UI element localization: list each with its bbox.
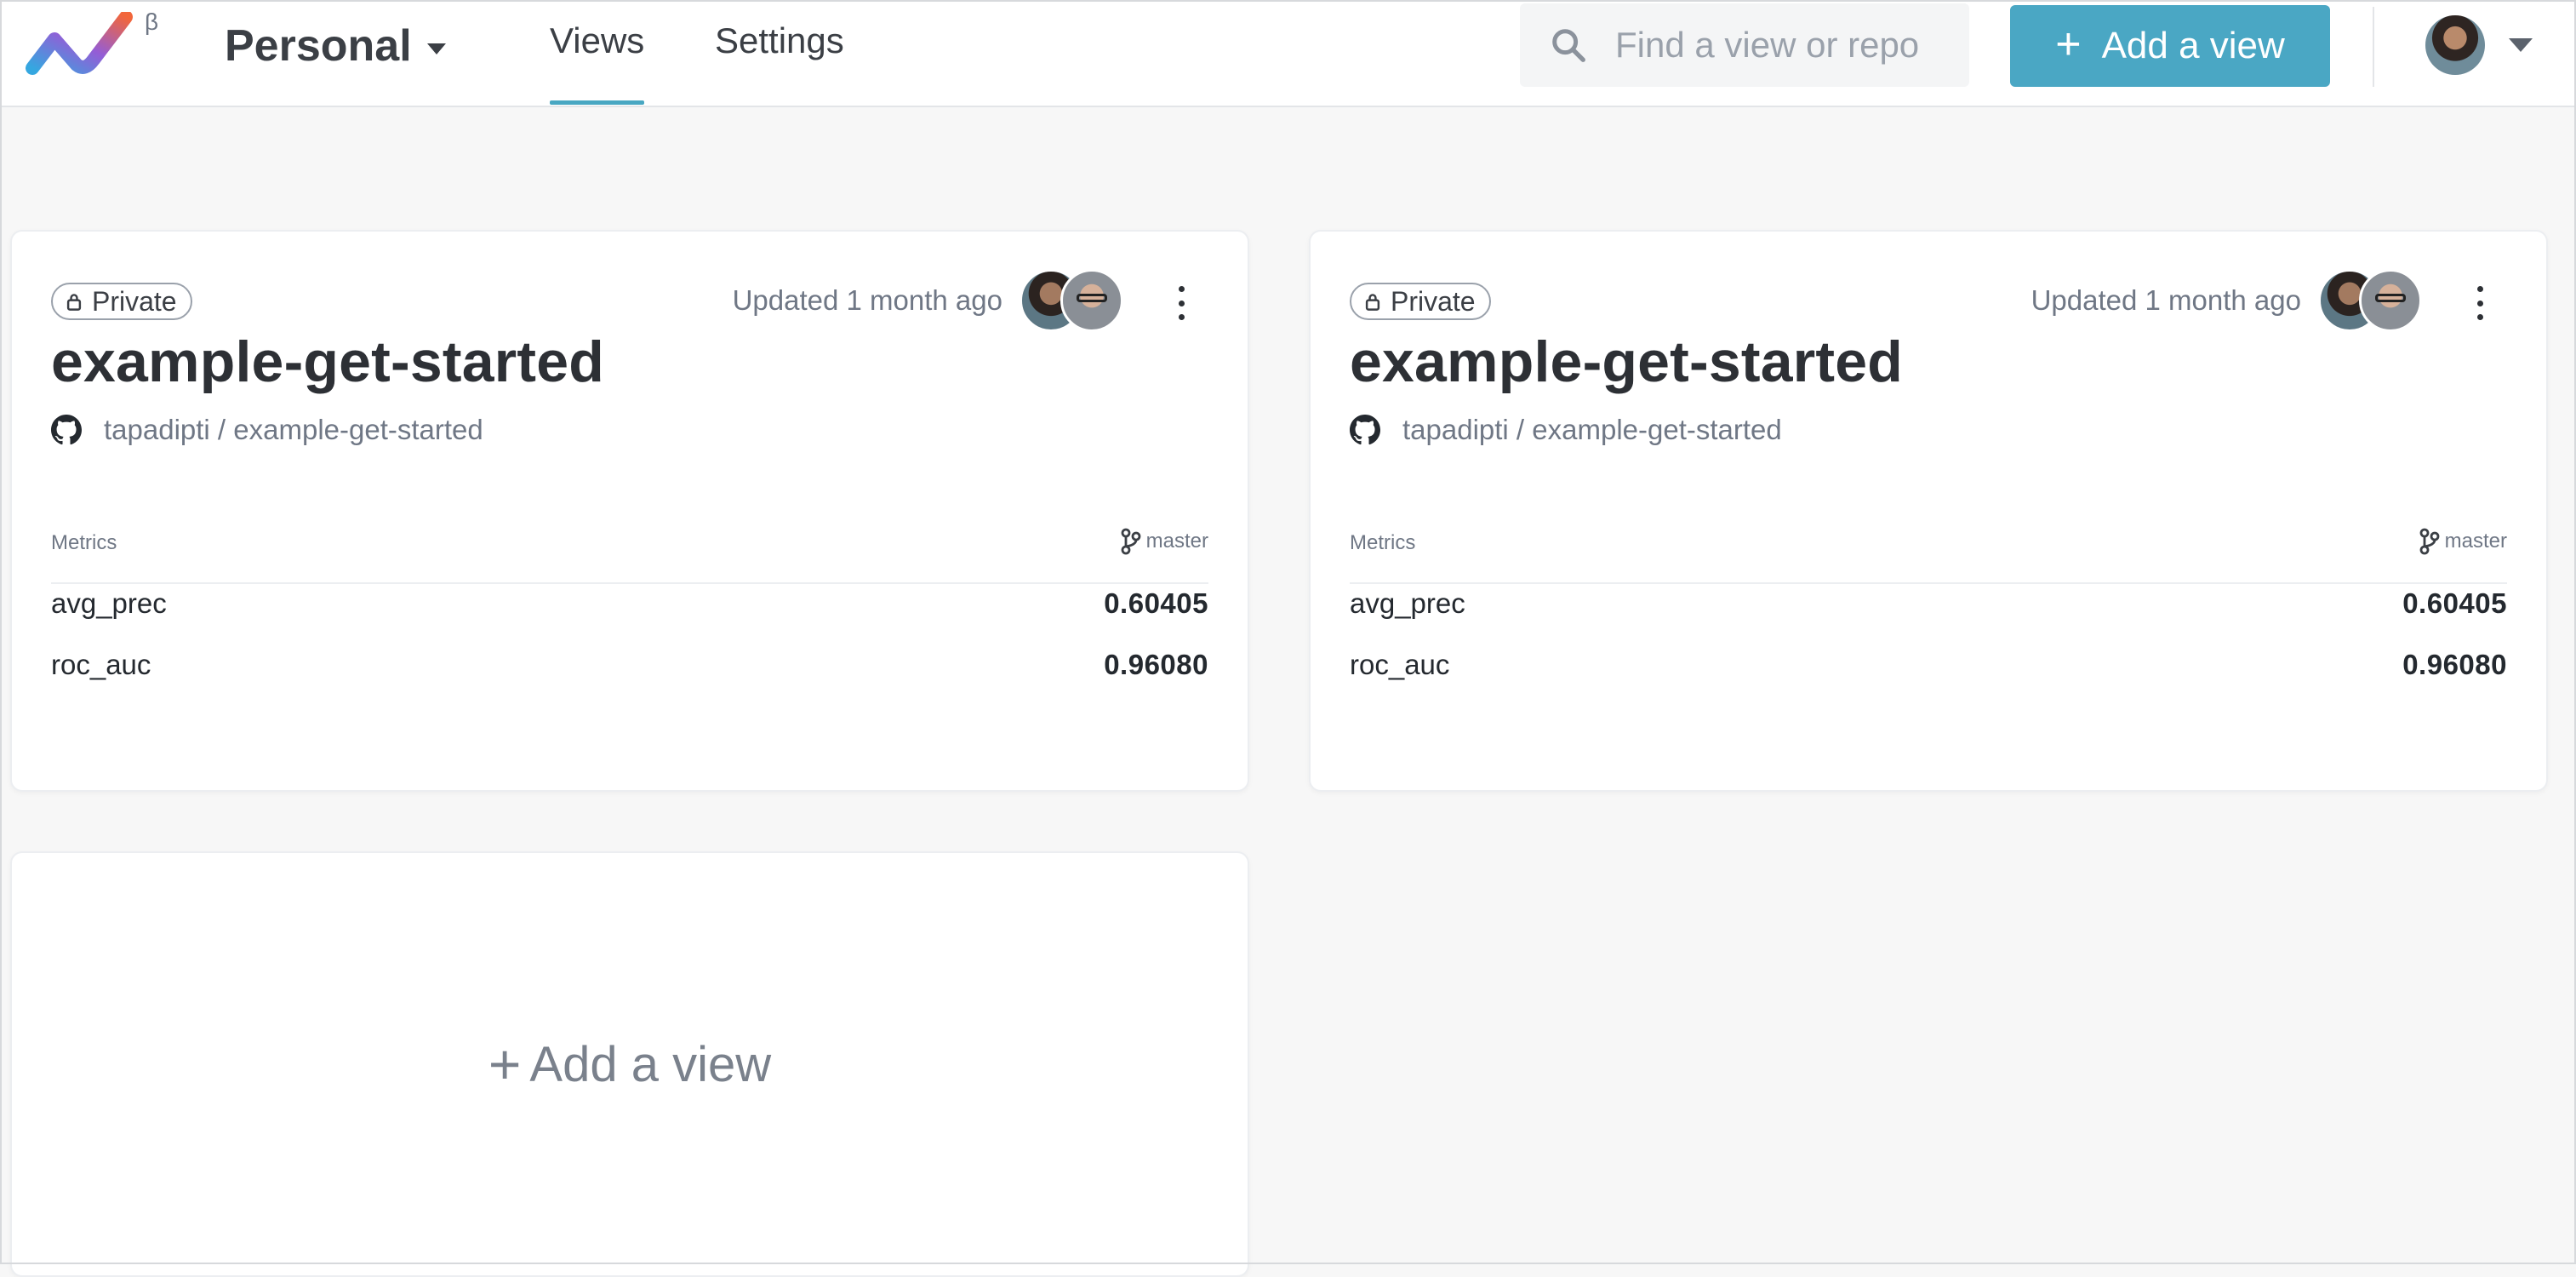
- more-options-icon[interactable]: [1176, 286, 1186, 320]
- view-title[interactable]: example-get-started: [51, 329, 604, 395]
- caret-down-icon: [426, 43, 446, 54]
- avatar: [2359, 269, 2422, 332]
- user-menu[interactable]: [2425, 15, 2533, 75]
- avatar: [1060, 269, 1123, 332]
- branch-indicator: master: [1121, 528, 1208, 555]
- header-divider: [2373, 7, 2374, 87]
- git-branch-icon: [2419, 528, 2440, 555]
- view-title[interactable]: example-get-started: [1350, 329, 1903, 395]
- view-card[interactable]: Private Updated 1 month ago example-get-…: [1309, 230, 2548, 792]
- metrics-header: Metrics master: [51, 528, 1208, 584]
- plus-icon: +: [2055, 20, 2082, 69]
- visibility-label: Private: [92, 285, 177, 317]
- metric-row: roc_auc 0.96080: [1350, 649, 2507, 691]
- collaborator-avatars: [1020, 269, 1123, 332]
- metrics-label: Metrics: [51, 531, 117, 554]
- visibility-badge: Private: [1350, 283, 1491, 320]
- search-input[interactable]: [1614, 24, 1957, 66]
- metric-name: roc_auc: [1350, 649, 1450, 680]
- add-view-card[interactable]: + Add a view: [10, 851, 1249, 1277]
- repo-name: tapadipti / example-get-started: [104, 414, 483, 445]
- tab-views[interactable]: Views: [550, 20, 645, 105]
- lock-icon: [1365, 294, 1380, 311]
- workspace-name: Personal: [225, 21, 412, 71]
- collaborator-avatars: [2318, 269, 2422, 332]
- metric-row: avg_prec 0.60405: [51, 587, 1208, 630]
- metric-name: avg_prec: [1350, 587, 1465, 619]
- metric-value: 0.60405: [2402, 587, 2507, 619]
- metric-row: avg_prec 0.60405: [1350, 587, 2507, 630]
- top-navigation-bar: β Personal Views Settings + Add a view: [0, 0, 2576, 107]
- updated-timestamp: Updated 1 month ago: [2031, 284, 2301, 316]
- add-view-prompt: + Add a view: [488, 1036, 771, 1093]
- add-view-button-label: Add a view: [2101, 25, 2285, 66]
- github-icon: [51, 415, 82, 445]
- plus-icon: +: [488, 1033, 522, 1096]
- more-options-icon[interactable]: [2475, 286, 2485, 320]
- add-view-label: Add a view: [529, 1036, 772, 1092]
- metrics-label: Metrics: [1350, 531, 1416, 554]
- view-card[interactable]: Private Updated 1 month ago example-get-…: [10, 230, 1249, 792]
- metric-value: 0.96080: [1104, 649, 1208, 680]
- tab-settings[interactable]: Settings: [715, 20, 844, 61]
- metrics-header: Metrics master: [1350, 528, 2507, 584]
- metric-name: roc_auc: [51, 649, 151, 680]
- beta-badge: β: [145, 9, 159, 35]
- visibility-label: Private: [1391, 285, 1476, 317]
- lock-icon: [66, 294, 82, 311]
- search-icon: [1552, 29, 1585, 62]
- updated-timestamp: Updated 1 month ago: [732, 284, 1002, 316]
- repo-name: tapadipti / example-get-started: [1402, 414, 1782, 445]
- repo-link[interactable]: tapadipti / example-get-started: [51, 414, 483, 446]
- repo-link[interactable]: tapadipti / example-get-started: [1350, 414, 1782, 446]
- workspace-switcher[interactable]: Personal: [225, 19, 446, 73]
- branch-name: master: [1145, 530, 1208, 553]
- metric-value: 0.60405: [1104, 587, 1208, 619]
- user-avatar: [2425, 15, 2485, 75]
- metric-value: 0.96080: [2402, 649, 2507, 680]
- github-icon: [1350, 415, 1380, 445]
- branch-name: master: [2444, 530, 2507, 553]
- add-view-button[interactable]: + Add a view: [2010, 5, 2330, 87]
- visibility-badge: Private: [51, 283, 192, 320]
- caret-down-icon: [2509, 38, 2533, 52]
- search-box[interactable]: [1520, 3, 1969, 87]
- metric-row: roc_auc 0.96080: [51, 649, 1208, 691]
- metric-name: avg_prec: [51, 587, 167, 619]
- branch-indicator: master: [2419, 528, 2507, 555]
- git-branch-icon: [1121, 528, 1141, 555]
